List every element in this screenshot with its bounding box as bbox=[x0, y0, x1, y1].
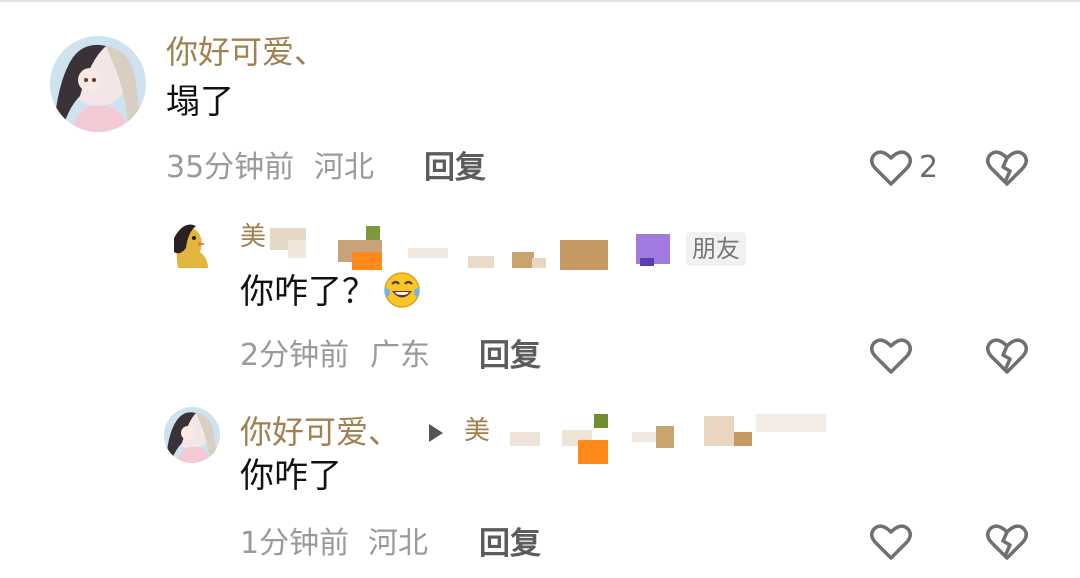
comment-text: 你咋了？ bbox=[240, 272, 376, 312]
reply-button[interactable]: 回复 bbox=[479, 524, 541, 564]
heart-outline-icon bbox=[870, 524, 912, 560]
like-button[interactable] bbox=[869, 522, 913, 562]
username[interactable]: 美 bbox=[240, 220, 266, 254]
heart-outline-icon bbox=[870, 338, 912, 374]
broken-heart-icon bbox=[986, 524, 1028, 560]
top-divider bbox=[0, 0, 1080, 2]
comment-text: 塌了 bbox=[166, 82, 234, 122]
like-button[interactable] bbox=[869, 336, 913, 376]
username[interactable]: 你好可爱、 bbox=[166, 32, 326, 72]
reply-target-username[interactable]: 美 bbox=[464, 414, 490, 448]
comment-time: 35分钟前 bbox=[166, 150, 295, 185]
avatar[interactable] bbox=[164, 407, 220, 463]
like-button[interactable] bbox=[869, 148, 913, 188]
heart-outline-icon bbox=[870, 150, 912, 186]
username[interactable]: 你好可爱、 bbox=[240, 412, 400, 452]
avatar[interactable] bbox=[50, 36, 146, 132]
broken-heart-icon bbox=[986, 150, 1028, 186]
like-count: 2 bbox=[919, 150, 939, 185]
comment-text: 你咋了 bbox=[240, 456, 342, 496]
broken-heart-icon bbox=[986, 338, 1028, 374]
avatar[interactable] bbox=[164, 218, 220, 274]
reply-button[interactable]: 回复 bbox=[479, 336, 541, 376]
dislike-button[interactable] bbox=[985, 148, 1029, 188]
friend-badge: 朋友 bbox=[686, 232, 746, 266]
comment-location: 河北 bbox=[314, 150, 374, 185]
laughing-tears-emoji bbox=[384, 272, 420, 308]
play-arrow-icon bbox=[429, 424, 443, 442]
dislike-button[interactable] bbox=[985, 522, 1029, 562]
comment-time: 1分钟前 bbox=[240, 526, 350, 561]
reply-button[interactable]: 回复 bbox=[424, 148, 486, 188]
comment-location: 河北 bbox=[368, 526, 428, 561]
comment-location: 广东 bbox=[370, 338, 430, 373]
comment-time: 2分钟前 bbox=[240, 338, 350, 373]
dislike-button[interactable] bbox=[985, 336, 1029, 376]
